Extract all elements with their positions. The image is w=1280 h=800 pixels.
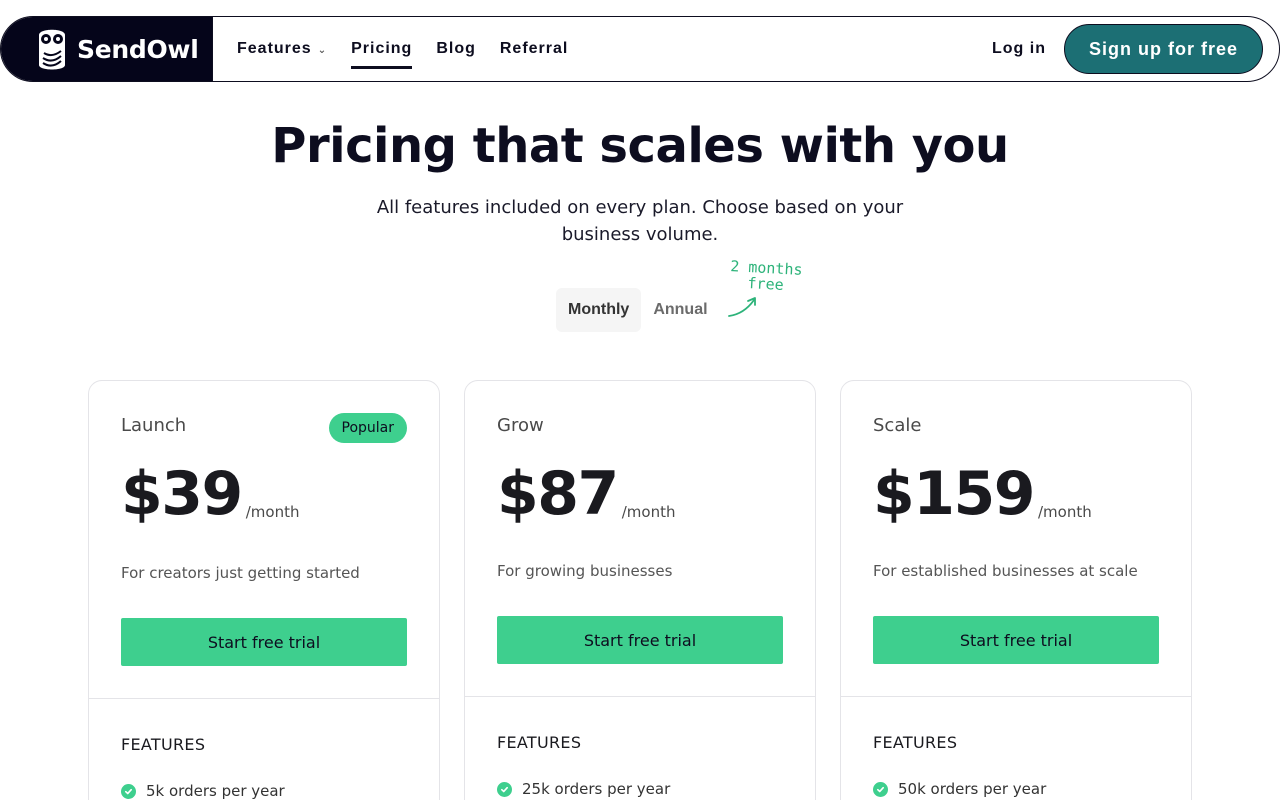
nav-link-pricing[interactable]: Pricing <box>351 17 413 81</box>
nav-link-blog[interactable]: Blog <box>436 17 476 81</box>
divider <box>841 696 1191 697</box>
plan-description: For growing businesses <box>497 562 673 580</box>
page-subtitle: All features included on every plan. Cho… <box>376 197 904 245</box>
plan-price: $159 <box>873 459 1036 529</box>
feature-label: 25k orders per year <box>522 780 671 798</box>
check-circle-icon <box>121 783 136 799</box>
price-row: $39 /month <box>121 461 300 527</box>
nav-link-features[interactable]: Features ⌄ <box>237 17 327 81</box>
feature-item: 5k orders per year <box>121 782 285 800</box>
billing-option-monthly[interactable]: Monthly <box>556 288 642 332</box>
check-circle-icon <box>497 781 512 797</box>
start-trial-button[interactable]: Start free trial <box>121 618 407 666</box>
curved-arrow-icon <box>728 297 756 317</box>
nav-links: Features ⌄ Pricing Blog Referral <box>237 17 592 81</box>
billing-toggle: Monthly Annual <box>556 288 720 332</box>
plan-name: Grow <box>497 415 544 436</box>
page-title: Pricing that scales with you <box>271 118 1009 174</box>
annual-promo-note: 2 months free <box>722 257 812 320</box>
plan-description: For established businesses at scale <box>873 562 1138 580</box>
plan-period: /month <box>1038 503 1092 521</box>
start-trial-button[interactable]: Start free trial <box>873 616 1159 664</box>
feature-label: 5k orders per year <box>146 782 285 800</box>
plan-name: Scale <box>873 415 922 436</box>
check-circle-icon <box>873 781 888 797</box>
top-navigation: SendOwl Features ⌄ Pricing Blog Referral… <box>0 16 1280 82</box>
billing-option-annual[interactable]: Annual <box>641 288 719 332</box>
plan-price: $39 <box>121 459 243 529</box>
plan-card-scale: Scale $159 /month For established busine… <box>840 380 1192 800</box>
feature-label: 50k orders per year <box>898 780 1047 798</box>
plan-card-launch: Launch Popular $39 /month For creators j… <box>88 380 440 800</box>
plan-price: $87 <box>497 459 619 529</box>
nav-actions: Log in Sign up for free <box>992 17 1279 81</box>
price-row: $159 /month <box>873 461 1092 527</box>
owl-logo-icon <box>39 29 65 70</box>
features-heading: FEATURES <box>873 733 958 752</box>
promo-text: 2 months free <box>725 257 807 294</box>
features-heading: FEATURES <box>121 735 206 754</box>
chevron-down-icon: ⌄ <box>317 44 328 56</box>
plan-name: Launch <box>121 415 187 436</box>
brand-name: SendOwl <box>77 34 199 64</box>
price-row: $87 /month <box>497 461 676 527</box>
plan-period: /month <box>245 503 300 521</box>
plan-period: /month <box>621 503 676 521</box>
features-heading: FEATURES <box>497 733 582 752</box>
divider <box>89 698 439 699</box>
plan-description: For creators just getting started <box>121 564 360 582</box>
brand-logo-link[interactable]: SendOwl <box>1 17 213 81</box>
divider <box>465 696 815 697</box>
popular-badge: Popular <box>328 413 407 443</box>
start-trial-button[interactable]: Start free trial <box>497 616 783 664</box>
nav-link-features-label: Features <box>237 40 312 57</box>
signup-button[interactable]: Sign up for free <box>1063 24 1263 74</box>
feature-item: 50k orders per year <box>873 780 1046 798</box>
plan-card-grow: Grow $87 /month For growing businesses S… <box>464 380 816 800</box>
feature-item: 25k orders per year <box>497 780 670 798</box>
login-link[interactable]: Log in <box>992 40 1046 58</box>
nav-link-referral[interactable]: Referral <box>500 17 568 81</box>
